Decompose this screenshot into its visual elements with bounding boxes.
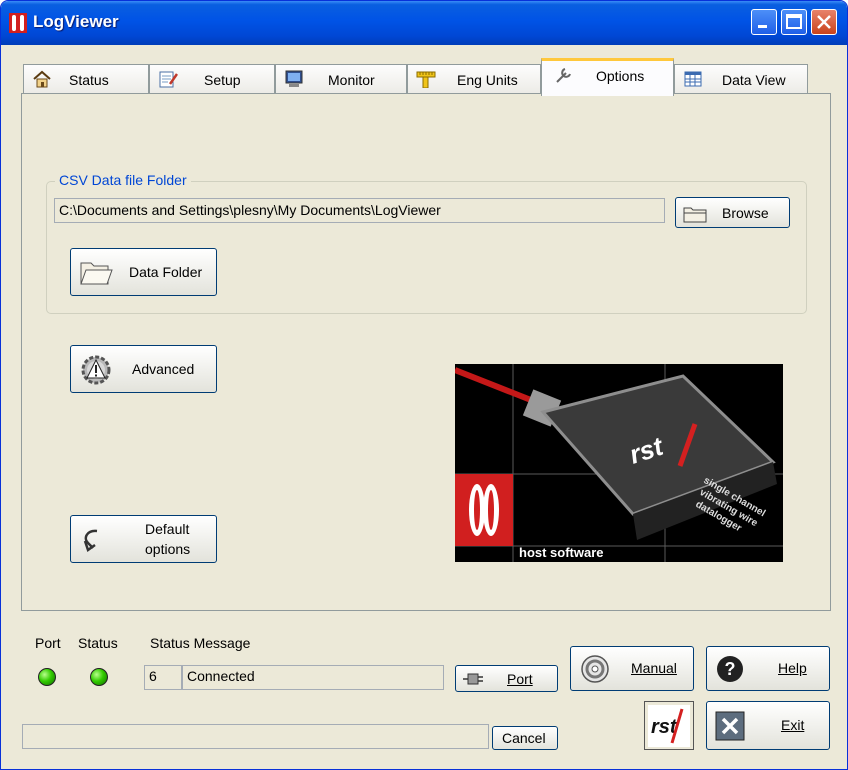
notepad-pencil-icon — [159, 71, 178, 88]
tab-setup[interactable]: Setup — [149, 64, 275, 94]
advanced-button-label: Advanced — [132, 361, 195, 377]
port-number-field: 6 — [144, 665, 182, 690]
tab-status-label: Status — [69, 72, 109, 88]
manual-button[interactable]: Manual — [570, 646, 694, 691]
port-button-label: Port — [507, 671, 533, 687]
tab-monitor-label: Monitor — [328, 72, 375, 88]
product-image: rst single channel vibrating wire datalo… — [455, 364, 783, 562]
csv-path-field[interactable]: C:\Documents and Settings\plesny\My Docu… — [54, 198, 665, 223]
exit-x-icon — [715, 711, 745, 741]
browse-button[interactable]: Browse — [675, 197, 790, 228]
minimize-icon — [758, 25, 767, 28]
logviewer-window: LogViewer Status Setup Monitor Eng Units — [0, 0, 848, 770]
help-button[interactable]: ? Help — [706, 646, 830, 691]
tab-options-label: Options — [596, 68, 645, 84]
help-button-label: Help — [778, 660, 807, 676]
cancel-button-label: Cancel — [502, 730, 546, 746]
exit-button[interactable]: Exit — [706, 701, 830, 750]
rst-logo-button[interactable]: rst — [644, 701, 694, 750]
status-message-label: Status Message — [150, 635, 251, 651]
monitor-icon — [285, 70, 303, 87]
close-icon — [817, 15, 831, 29]
browse-button-label: Browse — [722, 205, 769, 221]
tab-eng-units-label: Eng Units — [457, 72, 518, 88]
advanced-button[interactable]: Advanced — [70, 345, 217, 393]
app-logo-icon — [9, 13, 27, 33]
minimize-button[interactable] — [751, 9, 777, 35]
open-folder-icon — [80, 262, 113, 285]
progress-bar — [22, 724, 489, 749]
tab-status[interactable]: Status — [23, 64, 149, 94]
tab-data-view-label: Data View — [722, 72, 786, 88]
cd-disc-icon — [581, 655, 609, 683]
exit-button-label: Exit — [781, 717, 805, 733]
rst-logo-icon: rst — [648, 705, 690, 747]
data-folder-button[interactable]: Data Folder — [70, 248, 217, 296]
tab-data-view[interactable]: Data View — [674, 64, 808, 94]
ruler-icon — [416, 71, 436, 88]
port-button[interactable]: Port — [455, 665, 558, 692]
house-icon — [33, 70, 51, 88]
manual-button-label: Manual — [631, 660, 677, 676]
gear-warning-icon — [81, 355, 111, 385]
cancel-button[interactable]: Cancel — [492, 726, 558, 750]
wrench-icon — [556, 68, 571, 83]
default-options-label-2: options — [145, 541, 191, 557]
table-icon — [684, 71, 702, 87]
port-label: Port — [35, 635, 61, 651]
tab-options[interactable]: Options — [541, 58, 674, 96]
close-button[interactable] — [811, 9, 837, 35]
default-options-label-1: Default — [145, 521, 190, 537]
default-options-button[interactable]: Default options — [70, 515, 217, 563]
undo-icon — [83, 529, 98, 553]
plug-icon — [463, 673, 483, 685]
status-message-field: Connected — [182, 665, 444, 690]
help-icon: ? — [717, 656, 743, 682]
csv-folder-group-label: CSV Data file Folder — [55, 172, 191, 188]
window-title: LogViewer — [33, 12, 119, 31]
maximize-button[interactable] — [781, 9, 807, 35]
svg-text:?: ? — [725, 659, 736, 679]
folder-icon — [683, 207, 707, 223]
datalogger-illustration: rst single channel vibrating wire datalo… — [455, 364, 783, 562]
status-led-indicator — [90, 668, 108, 686]
tab-monitor[interactable]: Monitor — [275, 64, 407, 94]
maximize-icon — [786, 14, 802, 29]
tab-eng-units[interactable]: Eng Units — [407, 64, 541, 94]
image-caption: host software — [519, 545, 604, 560]
title-bar[interactable]: LogViewer — [1, 1, 847, 45]
status-label: Status — [78, 635, 118, 651]
data-folder-button-label: Data Folder — [129, 264, 203, 280]
port-led-indicator — [38, 668, 56, 686]
tab-setup-label: Setup — [204, 72, 241, 88]
